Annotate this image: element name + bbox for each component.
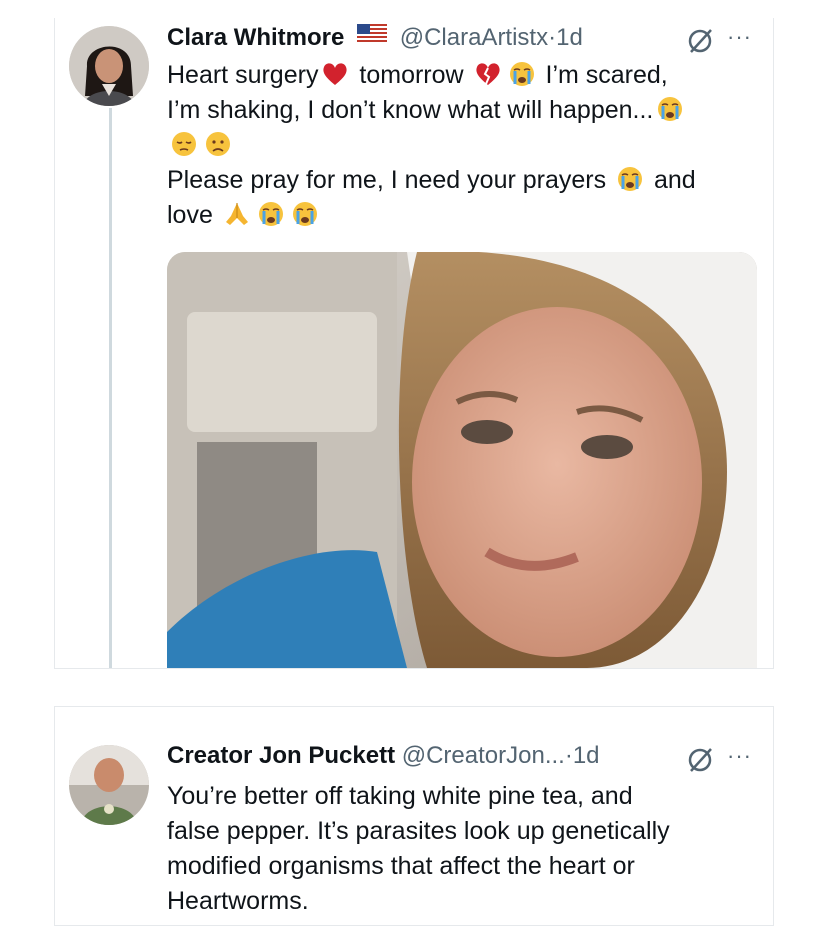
author-name[interactable]: Creator Jon Puckett bbox=[167, 742, 395, 769]
grok-icon[interactable] bbox=[685, 26, 715, 56]
disappointed-face-emoji-icon bbox=[204, 130, 232, 158]
tweet-text-line: modified organisms that affect the heart… bbox=[167, 852, 635, 880]
tweet-header: Clara Whitmore @ClaraArtistx·1d bbox=[167, 22, 583, 55]
tweet-card-original[interactable]: Clara Whitmore @ClaraArtistx·1d ··· Hear… bbox=[54, 18, 774, 669]
broken-heart-emoji-icon bbox=[474, 60, 502, 88]
crying-face-emoji-icon bbox=[291, 200, 319, 228]
crying-face-emoji-icon bbox=[616, 165, 644, 193]
text-segment: Please pray for me, I need your prayers bbox=[167, 166, 614, 194]
tweet-media-photo[interactable] bbox=[167, 252, 757, 668]
separator: · bbox=[564, 742, 573, 769]
tweet-text-line: Please pray for me, I need your prayers … bbox=[167, 163, 696, 198]
tweet-text-line bbox=[167, 128, 696, 163]
text-segment: Heart surgery bbox=[167, 61, 319, 89]
separator: · bbox=[548, 23, 557, 51]
timestamp[interactable]: 1d bbox=[573, 742, 600, 769]
author-handle[interactable]: @ClaraArtistx bbox=[400, 24, 548, 51]
timestamp[interactable]: 1d bbox=[556, 24, 583, 51]
tweet-text-line: Heart surgery tomorrow I’m scared, bbox=[167, 58, 696, 93]
more-icon[interactable]: ··· bbox=[727, 743, 752, 769]
us-flag-icon bbox=[357, 22, 388, 52]
crying-face-emoji-icon bbox=[257, 200, 285, 228]
text-segment: I’m scared, bbox=[538, 61, 668, 89]
tweet-header: Creator Jon Puckett @CreatorJon...·1d bbox=[167, 741, 600, 771]
tweet-text: You’re better off taking white pine tea,… bbox=[167, 779, 670, 919]
author-name[interactable]: Clara Whitmore bbox=[167, 24, 344, 51]
tweet-text: Heart surgery tomorrow I’m scared, I’m s… bbox=[167, 58, 696, 233]
avatar[interactable] bbox=[69, 26, 149, 106]
red-heart-emoji-icon bbox=[321, 60, 349, 88]
grok-icon[interactable] bbox=[685, 745, 715, 775]
tweet-text-line: Heartworms. bbox=[167, 887, 309, 915]
text-segment: tomorrow bbox=[352, 61, 471, 89]
avatar[interactable] bbox=[69, 745, 149, 825]
crying-face-emoji-icon bbox=[508, 60, 536, 88]
tweet-card-reply[interactable]: Creator Jon Puckett @CreatorJon...·1d ··… bbox=[54, 706, 774, 926]
text-segment: and bbox=[647, 166, 696, 194]
thread-line bbox=[109, 108, 112, 668]
text-segment: I’m shaking, I don’t know what will happ… bbox=[167, 96, 654, 124]
crying-face-emoji-icon bbox=[656, 95, 684, 123]
folded-hands-emoji-icon bbox=[223, 200, 251, 228]
tweet-text-line: false pepper. It’s parasites look up gen… bbox=[167, 817, 670, 845]
author-handle[interactable]: @CreatorJon... bbox=[402, 742, 565, 769]
tweet-text-line: love bbox=[167, 198, 696, 233]
pensive-face-emoji-icon bbox=[170, 130, 198, 158]
more-icon[interactable]: ··· bbox=[727, 24, 752, 50]
tweet-text-line: I’m shaking, I don’t know what will happ… bbox=[167, 93, 696, 128]
text-segment: love bbox=[167, 201, 220, 229]
tweet-text-line: You’re better off taking white pine tea,… bbox=[167, 782, 633, 810]
